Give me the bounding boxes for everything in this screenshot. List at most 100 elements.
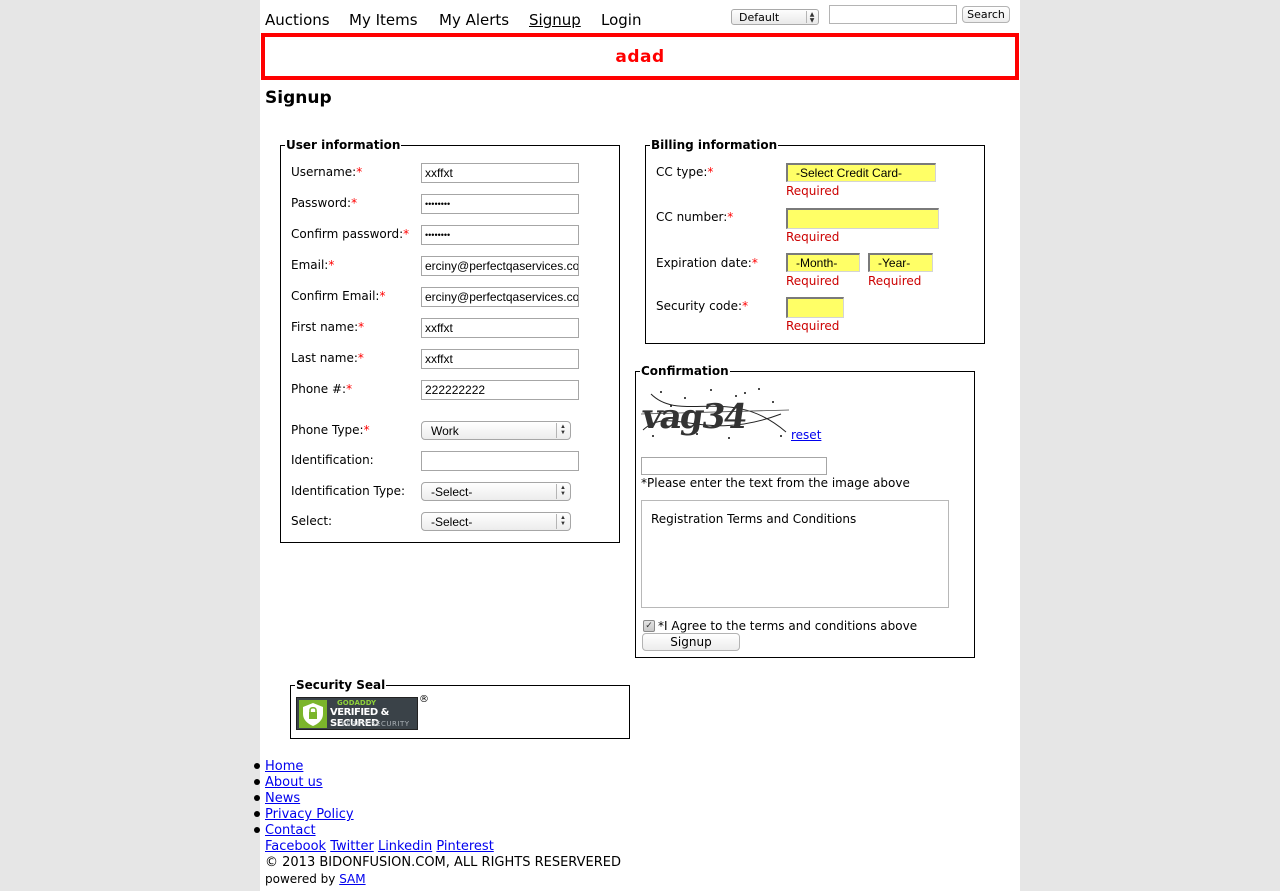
first-name-field[interactable]: xxffxt	[421, 318, 579, 338]
security-code-label: Security code:*	[656, 299, 749, 313]
chevron-updown-icon: ▲ ▼	[806, 11, 817, 24]
theme-select-value: Default	[739, 11, 780, 24]
last-name-label: Last name:*	[291, 351, 364, 365]
confirm-password-field[interactable]: ••••••••	[421, 225, 579, 245]
password-field[interactable]: ••••••••	[421, 194, 579, 214]
identification-field[interactable]	[421, 451, 579, 471]
nav-auctions[interactable]: Auctions	[265, 11, 330, 29]
user-information-legend: User information	[285, 138, 402, 152]
cc-type-required: Required	[786, 184, 840, 198]
powered-by: powered by SAM	[265, 871, 621, 887]
social-link-facebook[interactable]: Facebook	[265, 839, 326, 854]
godaddy-seal-badge[interactable]: GODADDY VERIFIED & SECURED VERIFY SECURI…	[296, 697, 418, 730]
page-title: Signup	[265, 88, 332, 108]
phone-label: Phone #:*	[291, 382, 353, 396]
cc-type-select[interactable]: -Select Credit Card-	[786, 163, 936, 182]
footer: Home About us News Privacy Policy Contac…	[254, 759, 621, 887]
chevron-updown-icon: ▲ ▼	[556, 484, 569, 499]
confirmation-legend: Confirmation	[640, 364, 730, 378]
captcha-reset-link[interactable]: reset	[791, 428, 821, 442]
theme-select[interactable]: Default ▲ ▼	[731, 9, 819, 25]
identification-type-label: Identification Type:	[291, 484, 406, 498]
expiration-year-required: Required	[868, 274, 922, 288]
list-item: Home	[254, 759, 621, 775]
nav-my-items[interactable]: My Items	[349, 11, 418, 29]
confirmation-fieldset: Confirmation vag34 reset *Please enter t…	[635, 364, 975, 658]
powered-by-text: powered by	[265, 872, 336, 886]
email-label: Email:*	[291, 258, 335, 272]
list-item: About us	[254, 775, 621, 791]
first-name-label: First name:*	[291, 320, 365, 334]
select-label: Select:	[291, 514, 333, 528]
search-input[interactable]	[829, 5, 957, 24]
footer-links: Home About us News Privacy Policy Contac…	[254, 759, 621, 839]
footer-link-privacy[interactable]: Privacy Policy	[265, 807, 354, 822]
social-link-linkedin[interactable]: Linkedin	[378, 839, 432, 854]
identification-type-select[interactable]: -Select- ▲ ▼	[421, 482, 571, 501]
generic-select[interactable]: -Select- ▲ ▼	[421, 512, 571, 531]
copyright: © 2013 BIDONFUSION.COM, ALL RIGHTS RESER…	[265, 855, 621, 870]
powered-by-link[interactable]: SAM	[339, 872, 365, 886]
email-field[interactable]: erciny@perfectqaservices.com	[421, 256, 579, 276]
captcha-input[interactable]	[641, 457, 827, 475]
security-code-field[interactable]	[786, 297, 844, 318]
captcha-noise: vag34	[639, 388, 790, 439]
list-item: Privacy Policy	[254, 807, 621, 823]
footer-link-about[interactable]: About us	[265, 775, 323, 790]
billing-information-legend: Billing information	[650, 138, 779, 152]
cc-number-label: CC number:*	[656, 210, 734, 224]
list-item: News	[254, 791, 621, 807]
chevron-updown-icon: ▲ ▼	[556, 514, 569, 529]
cc-type-label: CC type:*	[656, 165, 714, 179]
seal-line3: VERIFY SECURITY	[341, 720, 410, 728]
terms-text: Registration Terms and Conditions	[651, 512, 857, 526]
agree-label: *I Agree to the terms and conditions abo…	[658, 619, 918, 633]
confirm-email-field[interactable]: erciny@perfectqaservices.com	[421, 287, 579, 307]
expiration-year-select[interactable]: -Year-	[868, 253, 933, 272]
security-code-required: Required	[786, 319, 840, 333]
seal-line1: GODADDY	[337, 699, 377, 707]
billing-information-fieldset: Billing information CC type:* -Select Cr…	[645, 138, 985, 344]
phone-type-label: Phone Type:*	[291, 423, 370, 437]
list-item: Contact	[254, 823, 621, 839]
phone-type-select[interactable]: Work ▲ ▼	[421, 421, 571, 440]
page: Auctions My Items My Alerts Signup Login…	[254, 0, 1020, 891]
signup-button[interactable]: Signup	[642, 633, 740, 651]
username-field[interactable]: xxffxt	[421, 163, 579, 183]
chevron-updown-icon: ▲ ▼	[556, 423, 569, 438]
footer-link-news[interactable]: News	[265, 791, 300, 806]
agree-checkbox[interactable]: ✓	[643, 620, 655, 632]
identification-label: Identification:	[291, 453, 374, 467]
nav-signup[interactable]: Signup	[529, 11, 581, 29]
identification-type-value: -Select-	[431, 485, 473, 499]
nav-my-alerts[interactable]: My Alerts	[439, 11, 509, 29]
captcha-image: vag34	[639, 384, 790, 442]
footer-link-contact[interactable]: Contact	[265, 823, 316, 838]
phone-field[interactable]: 222222222	[421, 380, 579, 400]
expiration-date-label: Expiration date:*	[656, 256, 758, 270]
user-information-fieldset: User information Username:* xxffxt Passw…	[280, 138, 620, 543]
phone-type-value: Work	[431, 424, 459, 438]
generic-select-value: -Select-	[431, 515, 473, 529]
registered-mark: ®	[419, 694, 429, 705]
nav-login[interactable]: Login	[601, 11, 641, 29]
social-links: Facebook Twitter Linkedin Pinterest	[265, 839, 621, 855]
social-link-twitter[interactable]: Twitter	[330, 839, 374, 854]
social-link-pinterest[interactable]: Pinterest	[436, 839, 493, 854]
password-label: Password:*	[291, 196, 358, 210]
security-seal-fieldset: Security Seal GODADDY VERIFIED & SECURED…	[290, 678, 630, 739]
cc-number-required: Required	[786, 230, 840, 244]
last-name-field[interactable]: xxffxt	[421, 349, 579, 369]
username-label: Username:*	[291, 165, 363, 179]
expiration-month-required: Required	[786, 274, 840, 288]
expiration-month-select[interactable]: -Month-	[786, 253, 860, 272]
terms-box[interactable]: Registration Terms and Conditions	[641, 500, 949, 608]
lock-icon	[299, 700, 327, 728]
captcha-hint: *Please enter the text from the image ab…	[641, 476, 910, 490]
search-button[interactable]: Search	[962, 6, 1010, 23]
footer-link-home[interactable]: Home	[265, 759, 303, 774]
captcha-text: vag34	[641, 397, 749, 437]
error-alert: adad	[261, 33, 1019, 80]
security-seal-legend: Security Seal	[295, 678, 387, 692]
cc-number-field[interactable]	[786, 208, 939, 229]
